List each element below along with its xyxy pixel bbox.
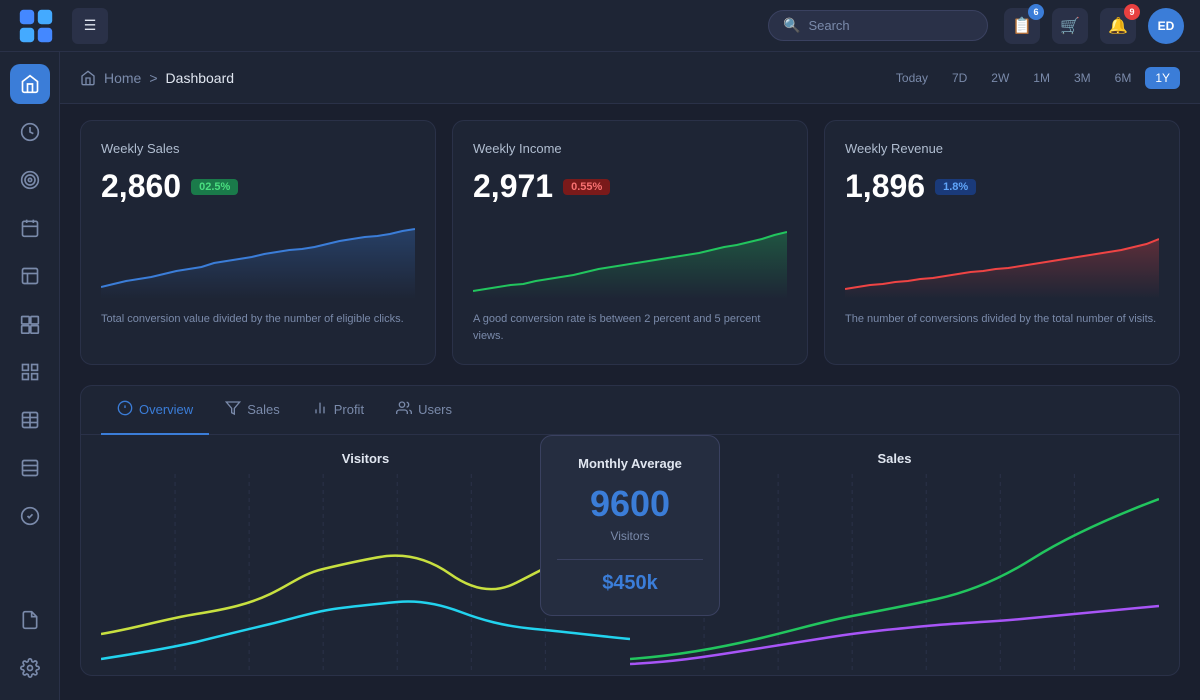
overview-icon [117, 400, 133, 419]
content-area: Home > Dashboard Today 7D 2W 1M 3M 6M 1Y… [60, 52, 1200, 700]
home-breadcrumb-icon [80, 70, 96, 86]
weekly-revenue-desc: The number of conversions divided by the… [845, 311, 1159, 328]
monthly-avg-subtitle: Visitors [557, 529, 703, 543]
clipboard-badge: 6 [1028, 4, 1044, 20]
profit-icon [312, 400, 328, 419]
sidebar-item-target[interactable] [10, 160, 50, 200]
breadcrumb: Home > Dashboard [80, 70, 886, 86]
search-icon: 🔍 [783, 17, 800, 34]
sidebar-item-calendar[interactable] [10, 208, 50, 248]
logo [16, 6, 56, 46]
search-input[interactable] [808, 18, 973, 33]
tab-overview[interactable]: Overview [101, 386, 209, 435]
tab-overview-label: Overview [139, 402, 193, 417]
bell-icon: 🔔 [1108, 16, 1128, 36]
avatar[interactable]: ED [1148, 8, 1184, 44]
sidebar-item-apps[interactable] [10, 304, 50, 344]
weekly-income-title: Weekly Income [473, 141, 787, 156]
sidebar-item-check[interactable] [10, 496, 50, 536]
bottom-section: Overview Sales Profit [80, 385, 1180, 676]
weekly-sales-card: Weekly Sales 2,860 02.5% [80, 120, 436, 365]
sidebar-item-dashboard[interactable] [10, 112, 50, 152]
weekly-income-chart [473, 219, 787, 299]
weekly-sales-desc: Total conversion value divided by the nu… [101, 311, 415, 328]
weekly-income-card: Weekly Income 2,971 0.55% [452, 120, 808, 365]
weekly-income-value: 2,971 [473, 168, 553, 205]
weekly-revenue-chart [845, 219, 1159, 299]
hamburger-icon: ☰ [84, 17, 97, 34]
time-filter-today[interactable]: Today [886, 67, 938, 89]
sidebar-item-docs[interactable] [10, 448, 50, 488]
sidebar-item-grid[interactable] [10, 400, 50, 440]
breadcrumb-home[interactable]: Home [104, 70, 141, 86]
cart-button[interactable]: 🛒 [1052, 8, 1088, 44]
topbar-icons: 📋 6 🛒 🔔 9 ED [1004, 8, 1184, 44]
hamburger-button[interactable]: ☰ [72, 8, 108, 44]
time-filter-1y[interactable]: 1Y [1145, 67, 1180, 89]
sidebar-item-analytics[interactable] [10, 352, 50, 392]
tab-profit[interactable]: Profit [296, 386, 380, 435]
monthly-avg-title: Monthly Average [557, 456, 703, 471]
monthly-avg-card: Monthly Average 9600 Visitors $450k [540, 435, 720, 616]
breadcrumb-current: Dashboard [166, 70, 235, 86]
sidebar [0, 52, 60, 700]
time-filter-7d[interactable]: 7D [942, 67, 977, 89]
tab-users-label: Users [418, 402, 452, 417]
weekly-sales-badge: 02.5% [191, 179, 238, 195]
time-filters: Today 7D 2W 1M 3M 6M 1Y [886, 67, 1180, 89]
weekly-sales-value: 2,860 [101, 168, 181, 205]
bell-button[interactable]: 🔔 9 [1100, 8, 1136, 44]
weekly-revenue-card: Weekly Revenue 1,896 1.8% [824, 120, 1180, 365]
tab-sales[interactable]: Sales [209, 386, 296, 435]
cart-icon: 🛒 [1060, 16, 1080, 36]
time-filter-6m[interactable]: 6M [1105, 67, 1142, 89]
weekly-sales-chart [101, 219, 415, 299]
weekly-income-desc: A good conversion rate is between 2 perc… [473, 311, 787, 344]
weekly-revenue-badge: 1.8% [935, 179, 976, 195]
weekly-revenue-value: 1,896 [845, 168, 925, 205]
users-icon [396, 400, 412, 419]
breadcrumb-separator: > [149, 70, 157, 86]
time-filter-1m[interactable]: 1M [1023, 67, 1060, 89]
bell-badge: 9 [1124, 4, 1140, 20]
dashboard: Weekly Sales 2,860 02.5% [60, 104, 1200, 700]
search-bar: 🔍 [768, 10, 988, 41]
sidebar-item-home[interactable] [10, 64, 50, 104]
clipboard-icon: 📋 [1012, 16, 1032, 36]
tab-bar: Overview Sales Profit [81, 386, 1179, 435]
tab-users[interactable]: Users [380, 386, 468, 435]
sidebar-item-settings[interactable] [10, 648, 50, 688]
clipboard-button[interactable]: 📋 6 [1004, 8, 1040, 44]
monthly-avg-extra: $450k [557, 572, 703, 595]
monthly-avg-value: 9600 [557, 483, 703, 525]
time-filter-2w[interactable]: 2W [981, 67, 1019, 89]
charts-area: Visitors [81, 435, 1179, 675]
weekly-income-badge: 0.55% [563, 179, 610, 195]
tab-sales-label: Sales [247, 402, 280, 417]
tab-profit-label: Profit [334, 402, 364, 417]
weekly-sales-title: Weekly Sales [101, 141, 415, 156]
sales-icon [225, 400, 241, 419]
sidebar-item-layout[interactable] [10, 256, 50, 296]
cards-row: Weekly Sales 2,860 02.5% [80, 120, 1180, 365]
sidebar-item-files[interactable] [10, 600, 50, 640]
breadcrumb-bar: Home > Dashboard Today 7D 2W 1M 3M 6M 1Y [60, 52, 1200, 104]
weekly-revenue-title: Weekly Revenue [845, 141, 1159, 156]
time-filter-3m[interactable]: 3M [1064, 67, 1101, 89]
topbar: ☰ 🔍 📋 6 🛒 🔔 9 ED [0, 0, 1200, 52]
